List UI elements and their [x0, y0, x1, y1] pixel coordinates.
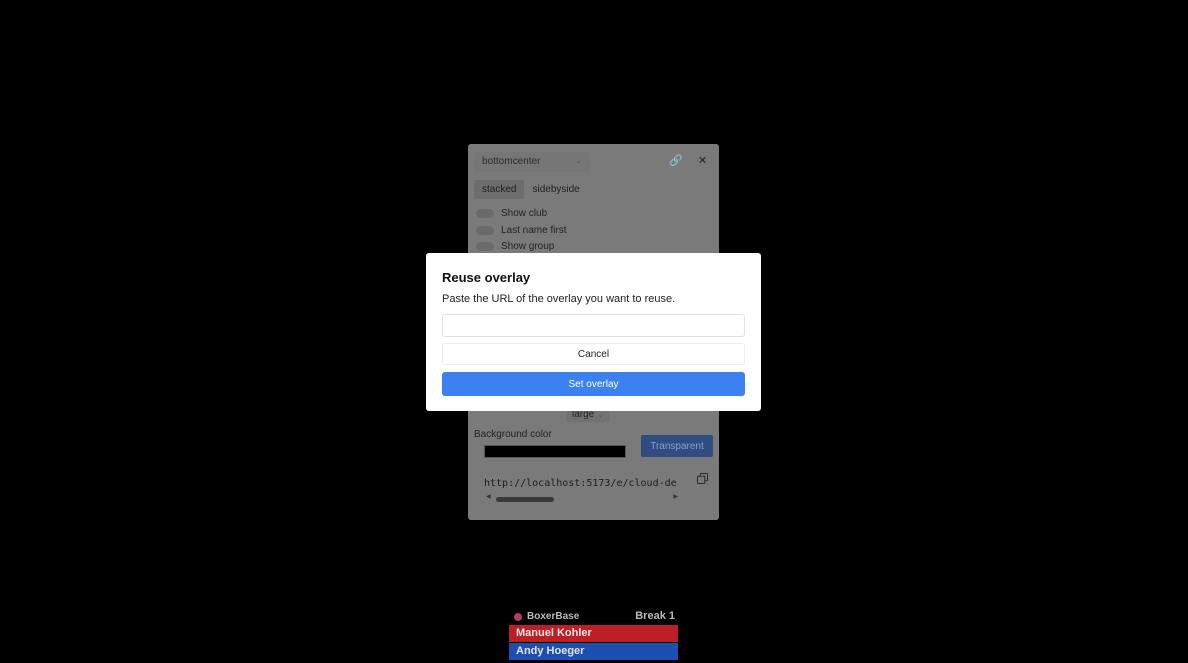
show-group-toggle[interactable] — [476, 242, 494, 251]
cancel-button[interactable]: Cancel — [442, 343, 745, 365]
scroll-right-icon[interactable]: ▶ — [673, 493, 678, 500]
transparent-button[interactable]: Transparent — [641, 435, 713, 457]
overlay-url-input[interactable] — [442, 314, 745, 337]
set-overlay-button[interactable]: Set overlay — [442, 372, 745, 396]
show-group-label: Show group — [501, 241, 555, 252]
dialog-title: Reuse overlay — [442, 270, 531, 285]
chevron-down-icon: ⌄ — [575, 156, 582, 165]
last-name-first-toggle[interactable] — [476, 226, 494, 235]
blue-corner-name: Andy Hoeger — [509, 643, 678, 660]
show-club-label: Show club — [501, 208, 548, 219]
overlay-header: BoxerBase Break 1 — [509, 609, 678, 625]
scrollbar-thumb[interactable] — [496, 497, 554, 502]
scroll-left-icon[interactable]: ◀ — [486, 493, 491, 500]
tab-stacked[interactable]: stacked — [474, 180, 525, 199]
last-name-first-label: Last name first — [501, 225, 567, 236]
reuse-overlay-dialog: Reuse overlay Paste the URL of the overl… — [426, 253, 761, 411]
copy-icon[interactable] — [697, 473, 708, 484]
chevron-down-icon: ⌄ — [597, 410, 604, 419]
show-group-toggle-row[interactable]: Show group — [476, 241, 554, 252]
background-color-input[interactable] — [484, 445, 626, 458]
background-color-label: Background color — [474, 429, 552, 440]
dialog-description: Paste the URL of the overlay you want to… — [442, 293, 676, 305]
layout-tabs: stacked sidebyside — [474, 180, 588, 199]
horizontal-scrollbar[interactable]: ◀ ▶ — [486, 493, 678, 502]
close-icon[interactable]: ✕ — [698, 154, 707, 167]
position-select[interactable]: bottomcenter ⌄ — [474, 152, 590, 172]
last-name-first-toggle-row[interactable]: Last name first — [476, 225, 567, 236]
brand-logo-icon — [514, 612, 522, 621]
link-icon[interactable]: 🔗 — [669, 154, 683, 167]
show-club-toggle-row[interactable]: Show club — [476, 208, 547, 219]
brand-name: BoxerBase — [527, 611, 580, 622]
round-label: Break 1 — [635, 610, 675, 622]
tab-sidebyside[interactable]: sidebyside — [524, 180, 587, 199]
overlay-brand: BoxerBase — [514, 611, 579, 622]
show-club-toggle[interactable] — [476, 209, 494, 218]
scoreboard-overlay: BoxerBase Break 1 Manuel Kohler Andy Hoe… — [509, 609, 678, 660]
red-corner-name: Manuel Kohler — [509, 625, 678, 642]
position-select-value: bottomcenter — [482, 156, 541, 167]
